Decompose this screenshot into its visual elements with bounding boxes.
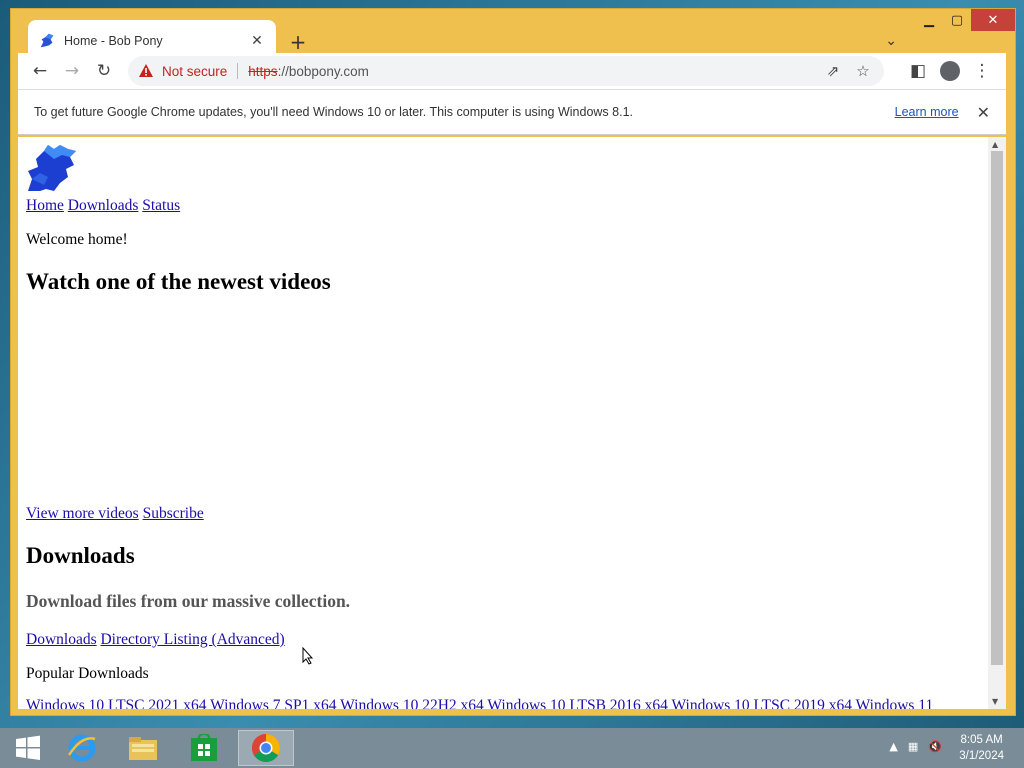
tab-title: Home - Bob Pony [64,34,163,48]
start-windows-icon[interactable] [0,730,56,766]
bobpony-logo[interactable] [26,143,78,193]
tray-overflow-chevron-icon[interactable]: ▲ [889,740,897,753]
url-text: ://bobpony.com [277,63,369,79]
browser-toolbar: ← → ↻ Not secure https ://bobpony.com ⇗ … [18,53,1006,89]
view-more-videos-link[interactable]: View more videos [26,505,139,522]
not-secure-label[interactable]: Not secure [162,64,227,79]
infobar-close-icon[interactable]: ✕ [977,103,990,122]
page-content: Home Downloads Status Welcome home! Watc… [18,137,988,709]
popular-download-link[interactable]: Windows 7 SP1 x64 [210,697,336,709]
learn-more-link[interactable]: Learn more [895,105,959,119]
side-panel-icon[interactable]: ◧ [902,56,934,86]
videos-heading: Watch one of the newest videos [26,269,331,294]
close-window-button[interactable]: ✕ [971,9,1015,31]
site-nav: Home Downloads Status [26,197,180,215]
taskbar: ▲ ▦ 🔇 8:05 AM 3/1/2024 [0,728,1024,768]
reload-icon[interactable]: ↻ [88,56,120,86]
bobpony-favicon-icon [40,33,54,48]
directory-listing-link[interactable]: Directory Listing (Advanced) [100,631,284,648]
speaker-muted-icon[interactable]: 🔇 [928,740,942,753]
internet-explorer-icon[interactable] [54,730,110,766]
file-explorer-icon[interactable] [115,730,171,766]
nav-downloads-link[interactable]: Downloads [68,197,139,214]
downloads-link[interactable]: Downloads [26,631,97,648]
clock-time: 8:05 AM [960,734,1003,746]
warning-triangle-icon [139,64,153,77]
scroll-down-arrow-icon[interactable]: ▼ [992,697,998,706]
system-tray: ▲ ▦ 🔇 [889,740,942,753]
popular-download-link[interactable]: Windows 10 LTSC 2019 x64 [672,697,853,709]
page-scrollbar[interactable]: ▲ ▼ [988,137,1006,709]
window-controls: ▁ ▢ ✕ [915,9,1015,31]
profile-avatar-icon[interactable] [940,61,960,81]
subscribe-link[interactable]: Subscribe [143,505,204,522]
address-bar[interactable]: Not secure https ://bobpony.com ⇗ ☆ [128,56,884,86]
chrome-icon[interactable] [238,730,294,766]
popular-download-link[interactable]: Windows 11 [856,697,934,709]
popular-downloads-label: Popular Downloads [26,665,149,682]
downloads-subheading: Download files from our massive collecti… [26,591,351,611]
new-tab-button[interactable]: + [287,31,309,53]
omnibox-separator [237,63,239,79]
taskbar-clock[interactable]: 8:05 AM 3/1/2024 [959,732,1004,764]
tab-close-icon[interactable]: ✕ [248,33,266,49]
windows-store-icon[interactable] [176,730,232,766]
toolbar-right: ◧ ⋮ [902,56,998,86]
omnibox-actions: ⇗ ☆ [818,60,878,82]
download-links: Downloads Directory Listing (Advanced) [26,631,285,649]
forward-arrow-icon[interactable]: → [56,56,88,86]
popular-downloads-list: Windows 10 LTSC 2021 x64 Windows 7 SP1 x… [26,697,933,709]
scroll-up-arrow-icon[interactable]: ▲ [992,140,998,149]
welcome-text: Welcome home! [26,231,128,248]
popular-download-link[interactable]: Windows 10 LTSC 2021 x64 [26,697,207,709]
nav-home-link[interactable]: Home [26,197,64,214]
bookmark-star-icon[interactable]: ☆ [848,60,878,82]
update-infobar: To get future Google Chrome updates, you… [18,89,1006,135]
share-icon[interactable]: ⇗ [818,60,848,82]
clock-date: 3/1/2024 [959,750,1004,762]
infobar-message: To get future Google Chrome updates, you… [34,105,633,119]
scrollbar-thumb[interactable] [991,151,1003,665]
popular-download-link[interactable]: Windows 10 LTSB 2016 x64 [487,697,668,709]
mouse-cursor-icon [302,647,314,665]
video-links: View more videos Subscribe [26,505,204,523]
tab-search-chevron-icon[interactable]: ⌄ [885,33,897,49]
popular-download-link[interactable]: Windows 10 22H2 x64 [340,697,484,709]
menu-kebab-icon[interactable]: ⋮ [966,56,998,86]
url-scheme: https [248,63,278,79]
maximize-button[interactable]: ▢ [943,9,971,31]
back-arrow-icon[interactable]: ← [24,56,56,86]
minimize-button[interactable]: ▁ [915,9,943,31]
network-icon[interactable]: ▦ [908,740,918,753]
downloads-heading: Downloads [26,543,135,568]
nav-status-link[interactable]: Status [142,197,180,214]
